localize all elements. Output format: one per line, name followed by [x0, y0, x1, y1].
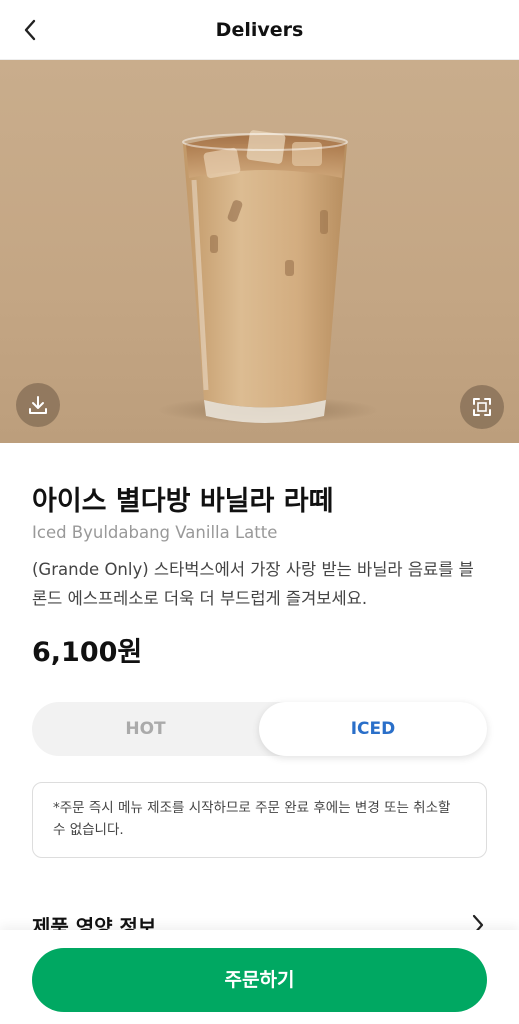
temperature-toggle: HOT ICED: [32, 702, 487, 756]
app-header: Delivers: [0, 0, 519, 60]
temperature-option-hot[interactable]: HOT: [32, 702, 259, 756]
product-description: (Grande Only) 스타벅스에서 가장 사랑 받는 바닐라 음료를 블론…: [32, 560, 474, 608]
download-icon: [29, 396, 47, 414]
download-button[interactable]: [16, 383, 60, 427]
product-name-english: Iced Byuldabang Vanilla Latte: [32, 523, 278, 542]
order-notice: *주문 즉시 메뉴 제조를 시작하므로 주문 완료 후에는 변경 또는 취소할 …: [32, 782, 487, 858]
expand-icon: [473, 398, 491, 416]
product-price: 6,100원: [32, 637, 143, 668]
temperature-option-iced[interactable]: ICED: [259, 702, 487, 756]
expand-button[interactable]: [460, 385, 504, 429]
bottom-action-bar: 주문하기: [0, 930, 519, 1024]
order-button[interactable]: 주문하기: [32, 948, 487, 1012]
page-title: Delivers: [215, 19, 304, 41]
back-button[interactable]: [14, 14, 46, 46]
iced-latte-image: [158, 130, 378, 424]
chevron-left-icon: [24, 19, 36, 41]
product-name-korean: 아이스 별다방 바닐라 라떼: [32, 486, 334, 517]
product-image: [0, 60, 519, 443]
